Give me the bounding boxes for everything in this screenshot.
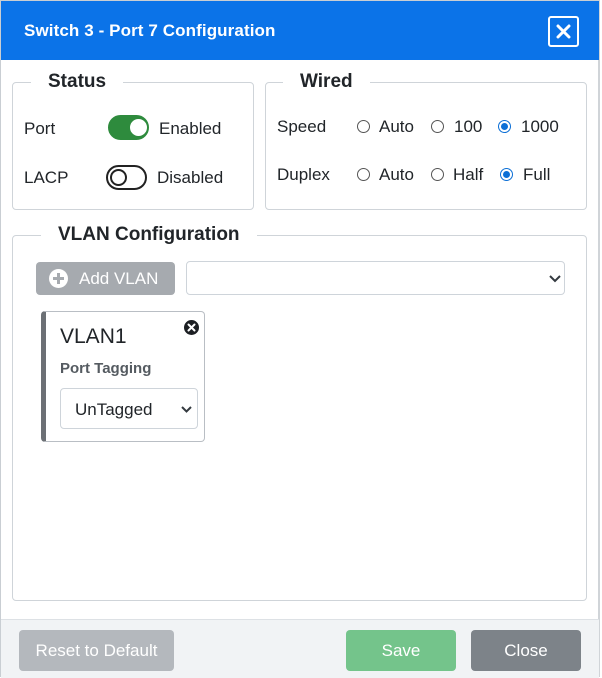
duplex-auto-radio[interactable]	[357, 168, 370, 181]
port-tagging-value: UnTagged	[75, 400, 153, 419]
speed-1000-radio[interactable]	[498, 120, 511, 133]
lacp-label: LACP	[24, 168, 69, 187]
port-toggle[interactable]	[108, 115, 149, 140]
add-vlan-button[interactable]: Add VLAN	[36, 262, 175, 295]
close-button[interactable]: Close	[471, 630, 581, 671]
duplex-half-radio[interactable]	[431, 168, 444, 181]
dialog-footer: Reset to Default Save Close	[1, 619, 599, 678]
status-fieldset: Status Port Enabled LACP Disabled	[12, 71, 254, 210]
wired-fieldset: Wired Speed Auto 100 1000 Duplex Auto Ha…	[265, 71, 587, 210]
duplex-full-radio[interactable]	[500, 168, 513, 181]
vlan-configuration-legend: VLAN Configuration	[41, 224, 257, 246]
speed-auto-radio[interactable]	[357, 120, 370, 133]
close-dialog-button[interactable]	[548, 16, 579, 47]
lacp-state-label: Disabled	[157, 168, 224, 187]
close-icon	[556, 24, 571, 39]
port-tagging-label: Port Tagging	[60, 360, 152, 377]
lacp-toggle[interactable]	[106, 165, 147, 190]
duplex-auto-label: Auto	[379, 165, 414, 184]
toggle-knob	[110, 169, 127, 186]
speed-100-label: 100	[454, 117, 483, 136]
save-button[interactable]: Save	[346, 630, 456, 671]
wired-legend: Wired	[283, 71, 370, 93]
dialog-title: Switch 3 - Port 7 Configuration	[24, 21, 276, 40]
port-configuration-dialog: Switch 3 - Port 7 Configuration Status P…	[0, 0, 600, 678]
port-tagging-select[interactable]: UnTagged	[60, 388, 198, 429]
remove-vlan-button[interactable]	[184, 320, 199, 335]
plus-circle-icon	[49, 269, 68, 288]
duplex-full-label: Full	[523, 165, 551, 184]
port-state-label: Enabled	[159, 119, 222, 138]
vlan-name: VLAN1	[60, 325, 127, 348]
vlan-card: VLAN1 Port Tagging UnTagged	[41, 311, 205, 442]
chevron-down-icon	[181, 406, 192, 413]
chevron-down-icon	[549, 275, 561, 283]
duplex-label: Duplex	[277, 165, 330, 184]
port-label: Port	[24, 119, 56, 138]
speed-100-radio[interactable]	[431, 120, 444, 133]
speed-label: Speed	[277, 117, 327, 136]
add-vlan-label: Add VLAN	[79, 269, 159, 288]
close-circle-icon	[187, 323, 196, 332]
vlan-select[interactable]	[186, 261, 565, 295]
dialog-header: Switch 3 - Port 7 Configuration	[1, 1, 599, 60]
status-legend: Status	[31, 71, 124, 93]
duplex-half-label: Half	[453, 165, 484, 184]
reset-to-default-button[interactable]: Reset to Default	[19, 630, 174, 671]
speed-auto-label: Auto	[379, 117, 414, 136]
toggle-knob	[130, 119, 147, 136]
speed-1000-label: 1000	[521, 117, 559, 136]
